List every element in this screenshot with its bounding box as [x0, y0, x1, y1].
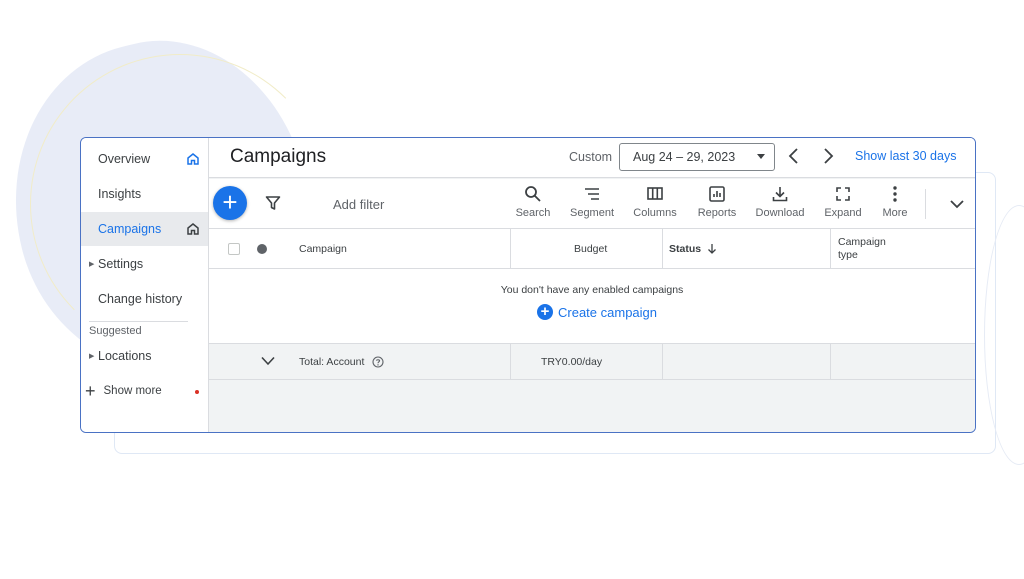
search-button[interactable]: Search [511, 185, 555, 225]
new-campaign-button[interactable]: + [213, 186, 247, 220]
total-budget: TRY0.00/day [541, 356, 603, 368]
caret-right-icon: ▶ [89, 261, 95, 268]
column-divider [830, 344, 831, 380]
total-label: Total: Account [299, 356, 365, 368]
home-icon [187, 153, 199, 165]
download-button[interactable]: Download [752, 185, 808, 225]
arrow-down-icon [708, 244, 717, 254]
columns-button[interactable]: Columns [631, 185, 679, 225]
sidebar-item-insights[interactable]: Insights [81, 177, 208, 211]
column-header-campaign-type[interactable]: Campaign type [838, 229, 886, 269]
select-all-checkbox[interactable] [228, 243, 240, 255]
expand-icon [836, 187, 850, 201]
sidebar-item-campaigns[interactable]: Campaigns [81, 212, 208, 246]
column-header-campaign-type-line2: type [838, 249, 858, 261]
sidebar-item-label: Locations [98, 349, 152, 363]
chevron-right-icon[interactable] [820, 147, 836, 165]
toolbar: + Add filter Search Segment Columns Repo… [209, 179, 975, 229]
more-label: More [882, 207, 908, 219]
campaigns-table: Campaign Budget Status Campaign type You [209, 229, 975, 380]
plus-icon: + [85, 381, 96, 401]
more-button[interactable]: More [875, 185, 915, 225]
segment-button[interactable]: Segment [567, 185, 617, 225]
sidebar: Overview Insights Campaigns ▶ Settings C… [81, 138, 209, 432]
chevron-down-icon[interactable] [261, 356, 275, 366]
chevron-left-icon[interactable] [786, 147, 802, 165]
home-icon [187, 223, 199, 235]
column-header-status-label: Status [669, 243, 702, 255]
sidebar-item-settings[interactable]: ▶ Settings [81, 247, 208, 281]
column-divider [830, 229, 831, 269]
column-header-campaign[interactable]: Campaign [299, 229, 347, 269]
sidebar-divider [89, 321, 188, 322]
show-more-button[interactable]: + Show more [85, 381, 203, 401]
reports-label: Reports [697, 207, 737, 219]
main-content: Campaigns Custom Aug 24 – 29, 2023 Show … [209, 138, 975, 432]
show-last-30-days-link[interactable]: Show last 30 days [855, 149, 956, 163]
caret-right-icon: ▶ [89, 353, 95, 360]
create-campaign-link[interactable]: + Create campaign [537, 304, 657, 320]
column-header-campaign-type-line1: Campaign [838, 236, 886, 248]
column-divider [510, 229, 511, 269]
toolbar-divider [925, 189, 926, 219]
segment-icon [585, 188, 599, 200]
page-title: Campaigns [230, 146, 327, 167]
create-campaign-label: Create campaign [558, 304, 657, 320]
columns-icon [647, 187, 663, 200]
segment-label: Segment [569, 207, 615, 219]
column-divider [662, 344, 663, 380]
sidebar-item-locations[interactable]: ▶ Locations [81, 339, 208, 373]
date-range-type: Custom [569, 150, 613, 164]
status-dot-icon [257, 244, 267, 254]
sidebar-item-overview[interactable]: Overview [81, 142, 208, 176]
column-divider [510, 344, 511, 380]
expand-button[interactable]: Expand [821, 185, 865, 225]
sidebar-item-label: Insights [98, 187, 142, 201]
columns-label: Columns [633, 207, 677, 219]
sidebar-item-label: Overview [98, 152, 151, 166]
empty-message: You don't have any enabled campaigns [500, 284, 684, 296]
sidebar-item-label: Campaigns [98, 222, 162, 236]
reports-button[interactable]: Reports [695, 185, 739, 225]
help-icon[interactable] [372, 356, 384, 368]
more-vert-icon [893, 186, 897, 202]
add-filter-button[interactable]: Add filter [333, 197, 384, 212]
plus-circle-icon: + [537, 304, 553, 320]
column-header-budget[interactable]: Budget [574, 229, 607, 269]
google-ads-window: Overview Insights Campaigns ▶ Settings C… [80, 137, 976, 433]
download-label: Download [755, 207, 805, 219]
expand-label: Expand [824, 207, 862, 219]
column-header-status[interactable]: Status [669, 229, 717, 269]
sidebar-item-change-history[interactable]: Change history [81, 282, 208, 316]
search-label: Search [515, 207, 551, 219]
page-header: Campaigns Custom Aug 24 – 29, 2023 Show … [209, 138, 975, 178]
download-icon [772, 187, 788, 202]
reports-icon [709, 186, 725, 202]
search-icon [525, 186, 541, 202]
total-label-cell: Total: Account [299, 344, 384, 380]
table-header: Campaign Budget Status Campaign type [209, 229, 975, 269]
empty-state: You don't have any enabled campaigns + C… [209, 269, 975, 344]
total-row: Total: Account TRY0.00/day [209, 344, 975, 380]
sidebar-item-label: Settings [98, 257, 144, 271]
filter-icon[interactable] [265, 195, 281, 211]
notification-dot [195, 390, 199, 394]
date-range-picker[interactable]: Aug 24 – 29, 2023 [619, 143, 775, 171]
sidebar-item-label: Change history [98, 292, 183, 306]
date-range-value: Aug 24 – 29, 2023 [633, 150, 736, 164]
show-more-label: Show more [103, 385, 162, 397]
chevron-down-icon[interactable] [949, 197, 965, 211]
dropdown-arrow-icon [757, 154, 765, 159]
column-divider [662, 229, 663, 269]
sidebar-section-suggested: Suggested [89, 325, 142, 337]
